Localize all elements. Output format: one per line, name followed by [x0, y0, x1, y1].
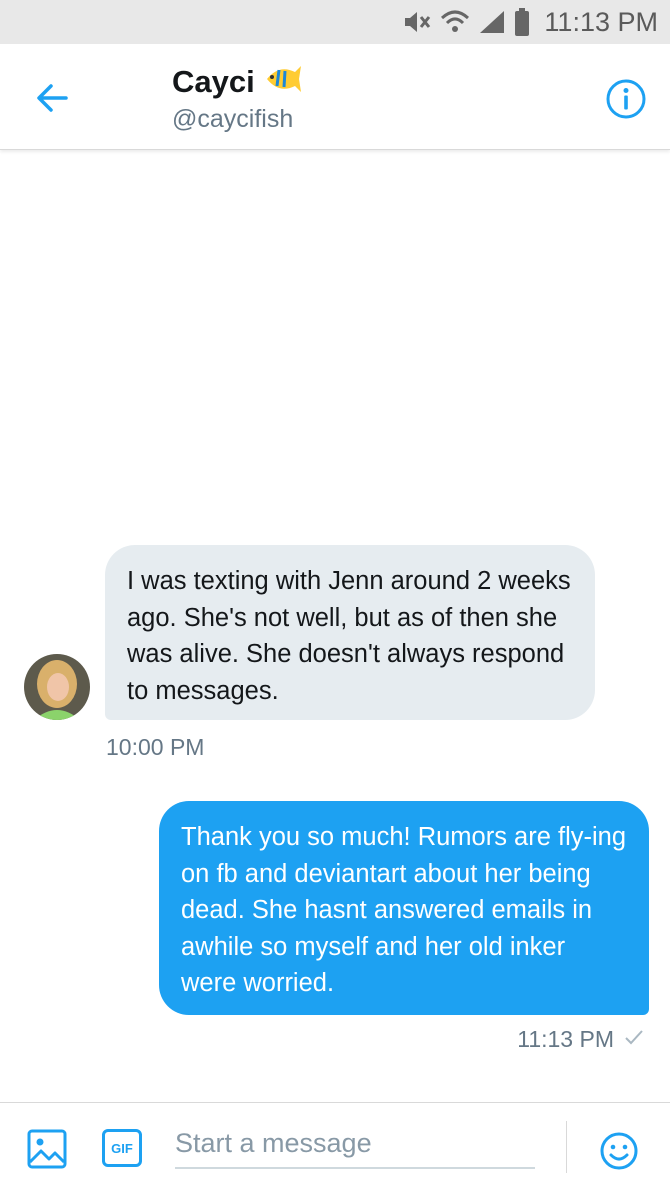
message-timestamp: 10:00 PM	[106, 734, 205, 760]
avatar[interactable]	[24, 654, 90, 720]
emoji-icon[interactable]	[599, 1131, 639, 1171]
tropical-fish-icon	[261, 60, 303, 103]
conversation-header: Cayci @caycifish	[0, 44, 670, 150]
photo-icon[interactable]	[27, 1129, 67, 1169]
message-bubble-outgoing[interactable]: Thank you so much! Rumors are fly-ing on…	[159, 801, 649, 1015]
sent-check-icon	[624, 1028, 644, 1051]
battery-icon	[514, 8, 530, 36]
status-bar: 11:13 PM	[0, 0, 670, 44]
message-input[interactable]	[175, 1119, 535, 1169]
status-time: 11:13 PM	[544, 6, 658, 37]
back-arrow-icon[interactable]	[34, 80, 70, 116]
message-text: I was texting with Jenn around 2 weeks a…	[127, 567, 571, 705]
message-composer: GIF	[0, 1102, 670, 1192]
composer-divider	[566, 1121, 567, 1173]
message-text: Thank you so much! Rumors are fly-ing on…	[181, 823, 627, 997]
message-meta: 11:13 PM	[517, 1026, 644, 1053]
info-icon[interactable]	[605, 78, 647, 120]
gif-button[interactable]: GIF	[102, 1129, 142, 1167]
signal-icon	[478, 9, 506, 35]
mute-icon	[402, 9, 432, 35]
wifi-icon	[440, 9, 470, 35]
contact-title[interactable]: Cayci @caycifish	[172, 60, 303, 134]
message-timestamp: 11:13 PM	[517, 1026, 614, 1052]
message-bubble-incoming[interactable]: I was texting with Jenn around 2 weeks a…	[105, 545, 595, 720]
contact-handle: @caycifish	[172, 105, 294, 133]
contact-name: Cayci	[172, 63, 255, 99]
